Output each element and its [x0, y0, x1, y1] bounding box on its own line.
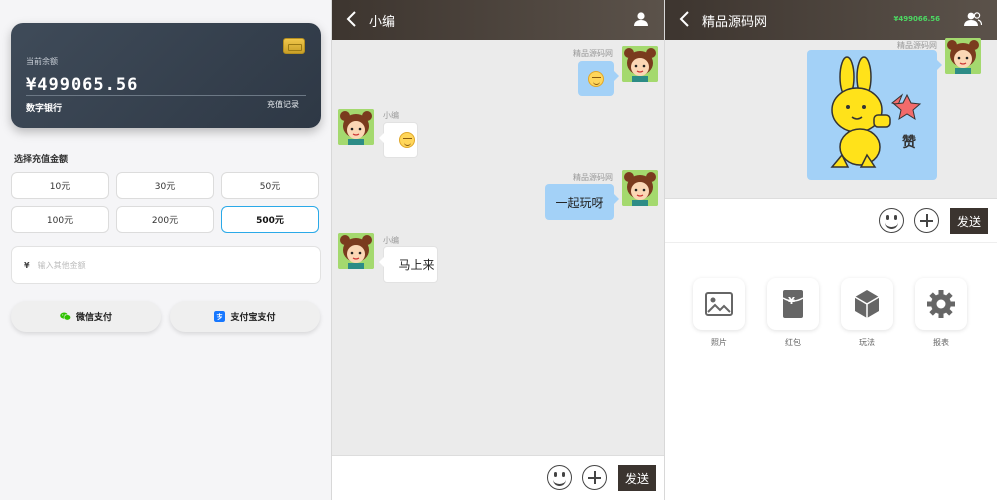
avatar	[338, 109, 374, 145]
red-packet-tool-label: 红包	[785, 338, 801, 347]
message-bubble-other: 马上来	[379, 246, 438, 283]
balance-label: 当前余额	[26, 57, 58, 66]
user-profile-icon[interactable]	[633, 11, 649, 27]
avatar	[945, 38, 981, 74]
bear-girl-avatar-icon	[338, 109, 374, 145]
amount-option-30[interactable]: 30元	[116, 172, 214, 199]
wechat-pay-label: 微信支付	[75, 313, 112, 323]
message-bubble-self: 一起玩呀	[545, 184, 619, 220]
gear-icon	[927, 290, 955, 318]
bear-girl-avatar-icon	[945, 38, 981, 74]
chat-input-bar: 发送	[665, 198, 997, 243]
report-tool-label: 报表	[933, 338, 949, 347]
chat-tools-panel: 精品源码网 ¥499066.56 精品源码网 赞 发送 照片 ¥ 红包 玩法 报…	[665, 0, 997, 500]
other-amount-field[interactable]: ¥ 输入其他金额	[11, 246, 321, 284]
bear-girl-avatar-icon	[622, 46, 658, 82]
emoji-picker-icon[interactable]	[879, 208, 904, 233]
more-options-plus-icon[interactable]	[914, 208, 939, 233]
card-chip-icon	[283, 38, 305, 54]
other-amount-placeholder: 输入其他金额	[37, 260, 86, 270]
wechat-icon	[60, 312, 71, 321]
gameplay-tool-label: 玩法	[859, 338, 875, 347]
cube-icon	[854, 290, 880, 318]
balance-card: 当前余额 ¥499065.56 数字银行 充值记录	[11, 23, 321, 128]
amount-option-10[interactable]: 10元	[11, 172, 109, 199]
avatar	[338, 233, 374, 269]
chat-header: 小编	[332, 0, 664, 40]
rabbit-thumbs-up-sticker-icon	[830, 56, 922, 168]
smile-emoji-icon	[398, 132, 415, 148]
alipay-icon	[214, 311, 226, 322]
bank-name: 数字银行	[26, 104, 63, 114]
back-chevron-icon[interactable]	[345, 10, 357, 32]
alipay-label: 支付宝支付	[230, 313, 276, 323]
amount-option-200[interactable]: 200元	[116, 206, 214, 233]
select-amount-title: 选择充值金额	[14, 155, 69, 165]
chat-header: 精品源码网 ¥499066.56	[665, 0, 997, 40]
photo-tool-label: 照片	[711, 338, 727, 347]
more-options-plus-icon[interactable]	[582, 465, 607, 490]
sender-name: 精品源码网	[573, 173, 613, 182]
header-balance: ¥499066.56	[893, 15, 941, 23]
wechat-pay-button[interactable]: 微信支付	[11, 301, 161, 332]
recharge-records-link[interactable]: 充值记录	[267, 99, 299, 110]
card-divider	[26, 95, 306, 96]
photo-tool-button[interactable]	[693, 278, 745, 330]
chat-title: 小编	[369, 15, 396, 30]
sender-name: 小编	[383, 111, 399, 120]
sender-name: 精品源码网	[573, 49, 613, 58]
amount-option-100[interactable]: 100元	[11, 206, 109, 233]
balance-amount: ¥499065.56	[26, 75, 139, 95]
photo-icon	[705, 292, 733, 316]
alipay-button[interactable]: 支付宝支付	[170, 301, 320, 332]
report-tool-button[interactable]	[915, 278, 967, 330]
amount-option-500[interactable]: 500元	[221, 206, 319, 233]
bear-girl-avatar-icon	[338, 233, 374, 269]
chat-input-bar: 发送	[332, 455, 664, 500]
sticker-message: 赞	[807, 50, 942, 180]
currency-symbol: ¥	[24, 260, 30, 270]
smile-emoji-icon	[588, 70, 604, 87]
message-bubble-self	[578, 61, 619, 96]
chat-panel: 小编 精品源码网 小编 精品源码网 一起玩呀 小编 马上来 发送	[332, 0, 664, 500]
avatar	[622, 46, 658, 82]
sender-name: 小编	[383, 236, 399, 245]
red-packet-symbol: ¥	[788, 296, 795, 307]
bear-girl-avatar-icon	[622, 170, 658, 206]
send-button[interactable]: 发送	[950, 208, 988, 234]
group-members-icon[interactable]	[964, 11, 982, 27]
send-button[interactable]: 发送	[618, 465, 656, 491]
recharge-panel: 当前余额 ¥499065.56 数字银行 充值记录 选择充值金额 10元 30元…	[0, 0, 331, 500]
sticker-caption: 赞	[902, 135, 916, 151]
back-chevron-icon[interactable]	[678, 10, 690, 32]
avatar	[622, 170, 658, 206]
red-packet-tool-button[interactable]: ¥	[767, 278, 819, 330]
message-bubble-other	[379, 122, 418, 158]
chat-title: 精品源码网	[702, 15, 768, 30]
gameplay-tool-button[interactable]	[841, 278, 893, 330]
amount-option-50[interactable]: 50元	[221, 172, 319, 199]
emoji-picker-icon[interactable]	[547, 465, 572, 490]
